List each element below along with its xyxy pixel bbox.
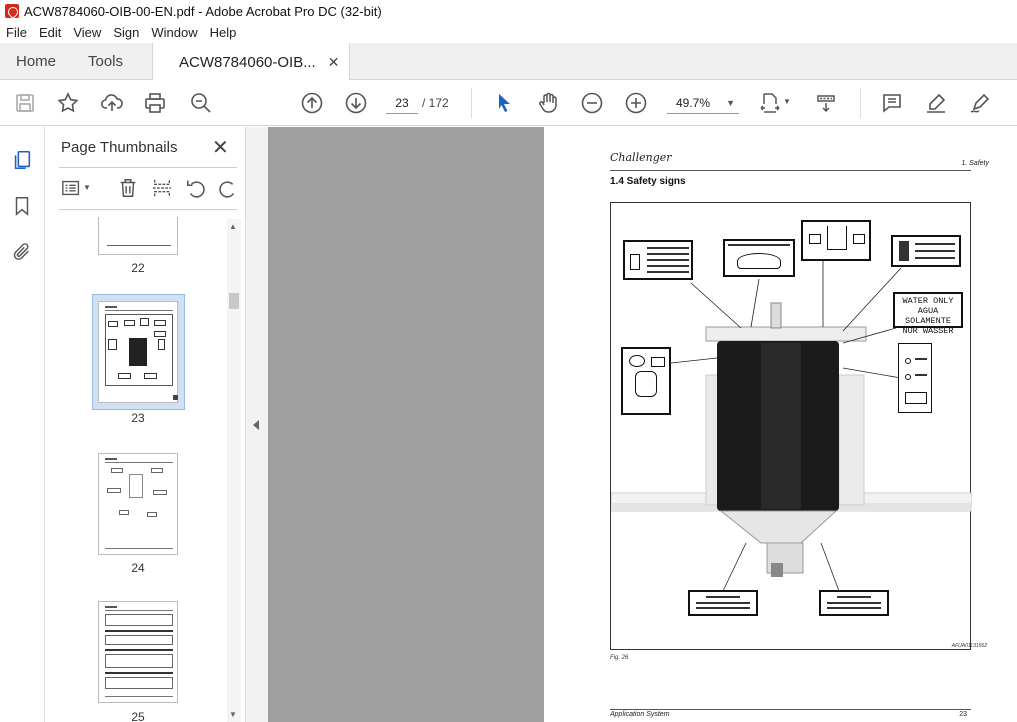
tab-tools[interactable]: Tools xyxy=(88,43,123,80)
water-only-line: AGUA SOLAMENTE xyxy=(905,306,951,326)
arrow-up-circle-icon[interactable] xyxy=(300,91,324,115)
page-total: / 172 xyxy=(422,96,449,110)
scroll-down-arrow-icon[interactable]: ▼ xyxy=(229,710,237,719)
print-icon[interactable] xyxy=(143,91,167,115)
options-menu-icon[interactable] xyxy=(61,177,83,199)
page-heading: 1.4 Safety signs xyxy=(610,176,686,187)
cursor-arrow-icon[interactable] xyxy=(492,91,516,115)
close-icon[interactable]: ✕ xyxy=(328,54,340,71)
panel-divider xyxy=(59,209,237,210)
header-rule xyxy=(610,170,971,171)
menu-help[interactable]: Help xyxy=(204,25,243,40)
tab-home[interactable]: Home xyxy=(16,43,56,80)
page-number-input[interactable]: 23 xyxy=(386,92,418,114)
zoom-search-icon[interactable] xyxy=(189,91,213,115)
window-title: ACW8784060-OIB-00-EN.pdf - Adobe Acrobat… xyxy=(24,3,382,19)
attachment-icon[interactable] xyxy=(11,241,33,263)
page-thumbnail-label: 22 xyxy=(131,261,145,275)
tab-document[interactable]: ACW8784060-OIB... ✕ xyxy=(152,43,351,81)
toolbar-divider xyxy=(860,88,861,118)
page-fit-icon[interactable] xyxy=(758,91,782,115)
star-icon[interactable] xyxy=(56,91,80,115)
highlight-pen-icon[interactable] xyxy=(924,91,948,115)
panel-collapse-splitter[interactable] xyxy=(245,127,268,722)
page-thumbnail-23[interactable] xyxy=(98,301,178,403)
water-only-line: WATER ONLY xyxy=(902,296,954,306)
page-thumbnail-24[interactable] xyxy=(98,453,178,555)
safety-decal-manual xyxy=(623,240,693,280)
rotate-left-icon[interactable] xyxy=(185,177,207,199)
page-thumbnail-25[interactable] xyxy=(98,601,178,703)
window-titlebar: ACW8784060-OIB-00-EN.pdf - Adobe Acrobat… xyxy=(0,0,1017,22)
safety-decal-plumbing xyxy=(621,347,671,415)
safety-decal-bottom-right xyxy=(819,590,889,616)
comment-icon[interactable] xyxy=(880,91,904,115)
thumbnail-toolbar: ▼ xyxy=(59,177,239,201)
safety-decal-tools xyxy=(891,235,961,267)
footer-rule xyxy=(610,709,971,710)
footer-chapter: Application System xyxy=(610,711,670,718)
scroll-up-arrow-icon[interactable]: ▲ xyxy=(229,222,237,231)
collapse-arrow-icon[interactable] xyxy=(253,420,259,430)
save-icon[interactable] xyxy=(13,91,37,115)
zoom-out-icon[interactable] xyxy=(580,91,604,115)
chevron-down-icon[interactable]: ▼ xyxy=(783,91,793,115)
insert-pages-icon[interactable] xyxy=(151,177,173,199)
page-thumbnail-label: 24 xyxy=(131,561,145,575)
pdf-page: Challenger 1. Safety 1.4 Safety signs WA… xyxy=(544,127,1017,722)
safety-decal-bottom-left xyxy=(688,590,758,616)
page-thumbnails-icon[interactable] xyxy=(11,149,33,171)
page-thumbnails-panel: Page Thumbnails ✕ ▼ 22 23 24 25 ▲ ▼ xyxy=(45,127,245,722)
toolbar-divider xyxy=(471,88,472,118)
navigation-rail xyxy=(0,127,45,722)
menu-file[interactable]: File xyxy=(0,25,33,40)
rotate-right-icon[interactable] xyxy=(217,177,239,199)
water-only-decal: WATER ONLY AGUA SOLAMENTE NUR WASSER xyxy=(893,292,963,336)
main-toolbar: 23 / 172 49.7% ▼ ▼ xyxy=(0,80,1017,126)
zoom-level-select[interactable]: 49.7% ▼ xyxy=(667,92,739,114)
page-thumbnail-label: 23 xyxy=(131,411,145,425)
water-only-line: NUR WASSER xyxy=(902,326,954,336)
safety-signs-figure: WATER ONLY AGUA SOLAMENTE NUR WASSER xyxy=(610,202,972,650)
close-icon[interactable]: ✕ xyxy=(212,135,229,160)
menu-sign[interactable]: Sign xyxy=(107,25,145,40)
bookmark-icon[interactable] xyxy=(11,195,33,217)
brand-logo: Challenger xyxy=(610,151,672,164)
chevron-down-icon[interactable]: ▼ xyxy=(83,177,93,199)
thumbnail-list: 22 23 24 25 xyxy=(45,217,227,722)
section-header: 1. Safety xyxy=(961,160,989,167)
figure-caption: Fig. 26 xyxy=(610,655,629,661)
panel-title: Page Thumbnails xyxy=(61,139,178,156)
footer-page-number: 23 xyxy=(959,711,967,718)
figure-reference-code: AFUA01131562 xyxy=(951,643,987,649)
arrow-down-circle-icon[interactable] xyxy=(344,91,368,115)
acrobat-pdf-icon xyxy=(5,4,19,18)
safety-decal-water-inlet xyxy=(801,220,871,261)
delete-icon[interactable] xyxy=(117,177,139,199)
menu-window[interactable]: Window xyxy=(145,25,203,40)
safety-decal-tank-warning xyxy=(723,239,795,277)
scrollbar-thumb[interactable] xyxy=(229,293,239,309)
scroll-mode-icon[interactable] xyxy=(814,91,838,115)
tab-bar: Home Tools ACW8784060-OIB... ✕ xyxy=(0,43,1017,81)
menu-view[interactable]: View xyxy=(67,25,107,40)
upload-icon[interactable] xyxy=(100,91,124,115)
panel-divider xyxy=(59,167,237,168)
page-thumbnail-22[interactable] xyxy=(98,217,178,255)
zoom-level-value: 49.7% xyxy=(676,96,711,110)
tab-document-label: ACW8784060-OIB... xyxy=(179,53,316,71)
document-viewport[interactable]: Challenger 1. Safety 1.4 Safety signs WA… xyxy=(268,127,1017,722)
menu-bar: File Edit View Sign Window Help xyxy=(0,22,1017,43)
sign-pen-icon[interactable] xyxy=(968,91,992,115)
page-thumbnail-label: 25 xyxy=(131,710,145,722)
menu-edit[interactable]: Edit xyxy=(33,25,67,40)
zoom-in-icon[interactable] xyxy=(624,91,648,115)
chevron-down-icon: ▼ xyxy=(726,98,735,108)
safety-decal-levels xyxy=(898,343,932,413)
hand-icon[interactable] xyxy=(536,91,560,115)
thumbnail-scrollbar[interactable]: ▲ ▼ xyxy=(227,219,241,722)
